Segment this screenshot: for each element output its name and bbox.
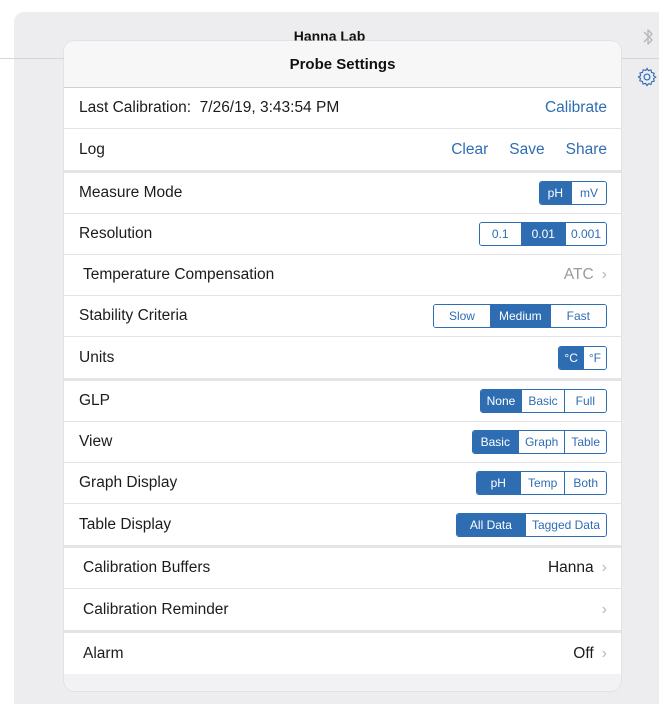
alarm-section: Alarm Off › bbox=[64, 633, 621, 674]
calibration-reminder-row[interactable]: Calibration Reminder › bbox=[64, 589, 621, 630]
last-calibration-row: Last Calibration: 7/26/19, 3:43:54 PM Ca… bbox=[64, 88, 621, 129]
alarm-value: Off bbox=[573, 644, 594, 662]
gear-icon[interactable] bbox=[636, 66, 658, 88]
view-graph[interactable]: Graph bbox=[517, 431, 565, 453]
graph-display-temp[interactable]: Temp bbox=[519, 472, 565, 494]
display-section: GLP None Basic Full View Basic Graph Tab… bbox=[64, 381, 621, 545]
calibration-reminder-label: Calibration Reminder bbox=[83, 600, 229, 618]
view-label: View bbox=[79, 433, 113, 450]
stability-slow[interactable]: Slow bbox=[433, 305, 490, 327]
glp-row: GLP None Basic Full bbox=[64, 381, 621, 422]
chevron-right-icon: › bbox=[601, 600, 607, 618]
graph-display-both[interactable]: Both bbox=[564, 472, 606, 494]
glp-full[interactable]: Full bbox=[563, 390, 606, 412]
save-button[interactable]: Save bbox=[509, 141, 544, 159]
resolution-row: Resolution 0.1 0.01 0.001 bbox=[64, 214, 621, 255]
calibration-section: Calibration Buffers Hanna › Calibration … bbox=[64, 548, 621, 630]
alarm-value-group: Off › bbox=[573, 645, 607, 663]
log-row: Log Clear Save Share bbox=[64, 129, 621, 170]
temperature-compensation-value-group: ATC › bbox=[564, 266, 607, 284]
calibrate-button[interactable]: Calibrate bbox=[545, 99, 607, 117]
log-label: Log bbox=[79, 140, 105, 158]
graph-display-label: Graph Display bbox=[79, 474, 178, 491]
table-display-row: Table Display All Data Tagged Data bbox=[64, 504, 621, 545]
calibration-log-section: Last Calibration: 7/26/19, 3:43:54 PM Ca… bbox=[64, 88, 621, 170]
chevron-right-icon: › bbox=[601, 559, 607, 576]
resolution-0-001[interactable]: 0.001 bbox=[564, 223, 606, 245]
alarm-label: Alarm bbox=[83, 644, 124, 662]
view-basic[interactable]: Basic bbox=[472, 431, 518, 453]
measure-mode-ph[interactable]: pH bbox=[539, 182, 571, 204]
probe-settings-modal: Probe Settings Last Calibration: 7/26/19… bbox=[64, 41, 621, 691]
glp-none[interactable]: None bbox=[480, 390, 522, 412]
measure-mode-label: Measure Mode bbox=[79, 184, 183, 201]
calibration-buffers-label: Calibration Buffers bbox=[83, 559, 211, 576]
measure-mode-mv[interactable]: mV bbox=[571, 182, 606, 204]
view-row: View Basic Graph Table bbox=[64, 422, 621, 463]
units-fahrenheit[interactable]: °F bbox=[582, 346, 606, 369]
calibration-buffers-value: Hanna bbox=[547, 559, 594, 576]
clear-button[interactable]: Clear bbox=[451, 141, 488, 159]
measure-mode-row: Measure Mode pH mV bbox=[64, 173, 621, 214]
calibration-buffers-row[interactable]: Calibration Buffers Hanna › bbox=[64, 548, 621, 589]
temperature-compensation-label: Temperature Compensation bbox=[83, 266, 275, 283]
calibration-buffers-value-group: Hanna › bbox=[548, 559, 607, 577]
resolution-segmented-control: 0.1 0.01 0.001 bbox=[478, 222, 607, 246]
resolution-0-1[interactable]: 0.1 bbox=[479, 223, 521, 245]
units-label: Units bbox=[79, 348, 115, 366]
view-table[interactable]: Table bbox=[564, 431, 606, 453]
calibration-reminder-value-group: › bbox=[594, 600, 607, 618]
log-actions: Clear Save Share bbox=[451, 141, 607, 159]
share-button[interactable]: Share bbox=[566, 141, 607, 159]
stability-criteria-row: Stability Criteria Slow Medium Fast bbox=[64, 296, 621, 337]
graph-display-row: Graph Display pH Temp Both bbox=[64, 463, 621, 504]
glp-segmented-control: None Basic Full bbox=[479, 389, 607, 413]
temperature-compensation-row[interactable]: Temperature Compensation ATC › bbox=[64, 255, 621, 296]
table-display-all-data[interactable]: All Data bbox=[456, 513, 525, 536]
table-display-tagged-data[interactable]: Tagged Data bbox=[524, 513, 606, 536]
bluetooth-icon[interactable] bbox=[641, 26, 655, 48]
graph-display-ph[interactable]: pH bbox=[476, 472, 520, 494]
last-calibration-label: Last Calibration: 7/26/19, 3:43:54 PM bbox=[79, 99, 340, 116]
glp-label: GLP bbox=[79, 392, 111, 409]
chevron-right-icon: › bbox=[601, 644, 607, 662]
temperature-compensation-value: ATC bbox=[563, 266, 594, 283]
stability-fast[interactable]: Fast bbox=[549, 305, 606, 327]
measure-mode-segmented-control: pH mV bbox=[538, 181, 607, 205]
resolution-0-01[interactable]: 0.01 bbox=[520, 223, 565, 245]
table-display-label: Table Display bbox=[79, 515, 172, 533]
chevron-right-icon: › bbox=[601, 266, 607, 283]
view-segmented-control: Basic Graph Table bbox=[471, 430, 607, 454]
alarm-row[interactable]: Alarm Off › bbox=[64, 633, 621, 674]
units-row: Units °C °F bbox=[64, 337, 621, 378]
graph-display-segmented-control: pH Temp Both bbox=[475, 471, 607, 495]
glp-basic[interactable]: Basic bbox=[521, 390, 564, 412]
stability-medium[interactable]: Medium bbox=[489, 305, 550, 327]
table-display-segmented-control: All Data Tagged Data bbox=[455, 512, 607, 537]
stability-criteria-segmented-control: Slow Medium Fast bbox=[432, 304, 607, 328]
last-calibration-value: 7/26/19, 3:43:54 PM bbox=[199, 99, 340, 116]
measurement-section: Measure Mode pH mV Resolution 0.1 0.01 0… bbox=[64, 173, 621, 378]
units-segmented-control: °C °F bbox=[558, 345, 607, 370]
stability-criteria-label: Stability Criteria bbox=[79, 307, 188, 324]
units-celsius[interactable]: °C bbox=[559, 346, 583, 369]
resolution-label: Resolution bbox=[79, 225, 153, 242]
modal-title: Probe Settings bbox=[64, 41, 621, 88]
